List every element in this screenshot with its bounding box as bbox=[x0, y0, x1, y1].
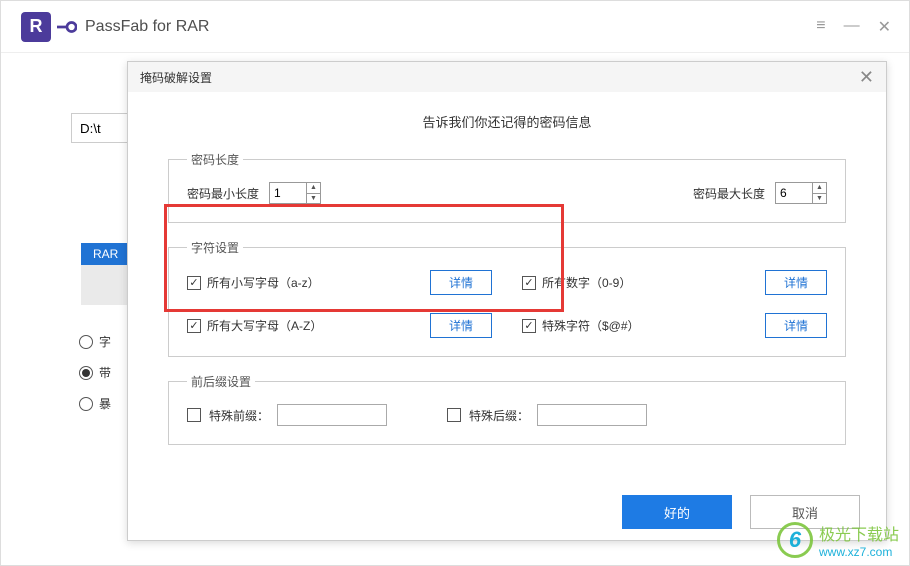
rar-tab[interactable]: RAR bbox=[81, 243, 130, 265]
minimize-icon[interactable]: — bbox=[844, 17, 860, 37]
lowercase-checkbox[interactable]: ✓ bbox=[187, 276, 201, 290]
dialog-close-icon[interactable]: ✕ bbox=[859, 67, 874, 88]
special-row: ✓ 特殊字符（$@#） 详情 bbox=[522, 313, 827, 338]
menu-icon[interactable]: ≡ bbox=[816, 17, 825, 37]
dialog-title: 掩码破解设置 bbox=[140, 69, 212, 86]
dialog-instruction: 告诉我们你还记得的密码信息 bbox=[168, 112, 846, 131]
uppercase-label: 所有大写字母（A-Z） bbox=[207, 317, 322, 334]
radio-icon bbox=[79, 397, 93, 411]
prefix-checkbox[interactable] bbox=[187, 408, 201, 422]
suffix-label: 特殊后缀： bbox=[469, 407, 529, 424]
radio-option-2[interactable]: 带 bbox=[79, 364, 111, 381]
digits-checkbox[interactable]: ✓ bbox=[522, 276, 536, 290]
radio-option-1[interactable]: 字 bbox=[79, 333, 111, 350]
watermark: 6 极光下载站 www.xz7.com bbox=[777, 521, 899, 559]
suffix-checkbox[interactable] bbox=[447, 408, 461, 422]
app-title: PassFab for RAR bbox=[85, 18, 209, 36]
key-icon bbox=[57, 17, 77, 37]
window-controls: ≡ — ✕ bbox=[816, 17, 891, 37]
digits-label: 所有数字（0-9） bbox=[542, 274, 631, 291]
spin-down-icon[interactable]: ▼ bbox=[307, 194, 320, 204]
spin-down-icon[interactable]: ▼ bbox=[813, 194, 826, 204]
max-length-control: 密码最大长度 ▲ ▼ bbox=[693, 182, 827, 204]
max-length-input[interactable] bbox=[775, 182, 813, 204]
dialog-body: 告诉我们你还记得的密码信息 密码长度 密码最小长度 ▲ ▼ 密码最大长度 bbox=[128, 92, 886, 484]
ok-button[interactable]: 好的 bbox=[622, 495, 732, 529]
min-length-control: 密码最小长度 ▲ ▼ bbox=[187, 182, 321, 204]
main-window-header: R PassFab for RAR ≡ — ✕ bbox=[1, 1, 909, 53]
special-label: 特殊字符（$@#） bbox=[542, 317, 640, 334]
prefix-row: 特殊前缀： bbox=[187, 404, 387, 426]
radio-icon bbox=[79, 366, 93, 380]
min-length-label: 密码最小长度 bbox=[187, 185, 259, 202]
lowercase-row: ✓ 所有小写字母（a-z） 详情 bbox=[187, 270, 492, 295]
watermark-name: 极光下载站 bbox=[819, 521, 899, 545]
max-length-label: 密码最大长度 bbox=[693, 185, 765, 202]
length-fieldset: 密码长度 密码最小长度 ▲ ▼ 密码最大长度 bbox=[168, 151, 846, 223]
special-detail-button[interactable]: 详情 bbox=[765, 313, 827, 338]
logo-area: R PassFab for RAR bbox=[21, 12, 209, 42]
logo-letter: R bbox=[30, 16, 43, 37]
length-legend: 密码长度 bbox=[187, 151, 243, 168]
charset-fieldset: 字符设置 ✓ 所有小写字母（a-z） 详情 ✓ 所有数字（0-9） 详情 bbox=[168, 239, 846, 357]
charset-legend: 字符设置 bbox=[187, 239, 243, 256]
prefix-label: 特殊前缀： bbox=[209, 407, 269, 424]
radio-icon bbox=[79, 335, 93, 349]
suffix-row: 特殊后缀： bbox=[447, 404, 647, 426]
max-length-stepper: ▲ ▼ bbox=[813, 182, 827, 204]
uppercase-row: ✓ 所有大写字母（A-Z） 详情 bbox=[187, 313, 492, 338]
special-checkbox[interactable]: ✓ bbox=[522, 319, 536, 333]
affix-legend: 前后缀设置 bbox=[187, 373, 255, 390]
watermark-icon: 6 bbox=[777, 522, 813, 558]
mask-settings-dialog: 掩码破解设置 ✕ 告诉我们你还记得的密码信息 密码长度 密码最小长度 ▲ ▼ bbox=[127, 61, 887, 541]
spin-up-icon[interactable]: ▲ bbox=[307, 183, 320, 194]
radio-label: 暴 bbox=[99, 395, 111, 412]
min-length-input[interactable] bbox=[269, 182, 307, 204]
radio-option-3[interactable]: 暴 bbox=[79, 395, 111, 412]
suffix-input[interactable] bbox=[537, 404, 647, 426]
digits-detail-button[interactable]: 详情 bbox=[765, 270, 827, 295]
digits-row: ✓ 所有数字（0-9） 详情 bbox=[522, 270, 827, 295]
radio-label: 字 bbox=[99, 333, 111, 350]
app-logo: R bbox=[21, 12, 51, 42]
radio-label: 带 bbox=[99, 364, 111, 381]
close-icon[interactable]: ✕ bbox=[878, 17, 891, 37]
spin-up-icon[interactable]: ▲ bbox=[813, 183, 826, 194]
uppercase-detail-button[interactable]: 详情 bbox=[430, 313, 492, 338]
lowercase-detail-button[interactable]: 详情 bbox=[430, 270, 492, 295]
watermark-url: www.xz7.com bbox=[819, 545, 899, 559]
uppercase-checkbox[interactable]: ✓ bbox=[187, 319, 201, 333]
dialog-header: 掩码破解设置 ✕ bbox=[128, 62, 886, 92]
dialog-footer: 好的 取消 bbox=[128, 484, 886, 540]
prefix-input[interactable] bbox=[277, 404, 387, 426]
affix-fieldset: 前后缀设置 特殊前缀： 特殊后缀： bbox=[168, 373, 846, 445]
attack-mode-radios: 字 带 暴 bbox=[79, 333, 111, 412]
min-length-stepper: ▲ ▼ bbox=[307, 182, 321, 204]
lowercase-label: 所有小写字母（a-z） bbox=[207, 274, 320, 291]
